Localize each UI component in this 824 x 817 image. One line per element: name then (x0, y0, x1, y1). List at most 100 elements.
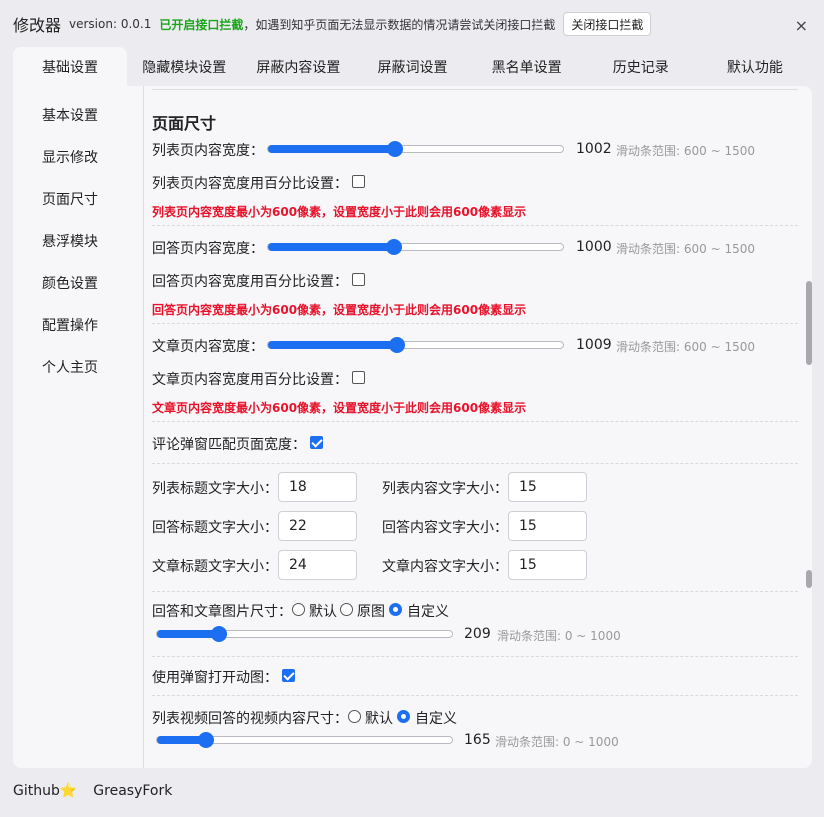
image-size-custom-radio[interactable] (389, 603, 402, 616)
image-size-default-radio[interactable] (292, 603, 305, 616)
list-width-percent-checkbox[interactable] (352, 175, 365, 188)
content-top-divider (152, 89, 798, 90)
divider (152, 225, 798, 226)
sidebar-item-colors[interactable]: 颜色设置 (42, 273, 98, 293)
comment-match-label: 评论弹窗匹配页面宽度： (152, 437, 306, 453)
image-size-default-label: 默认 (309, 604, 337, 620)
header-bar: 修改器 version: 0.0.1 已开启接口拦截，如遇到知乎页面无法显示数据… (13, 10, 813, 38)
divider (152, 695, 798, 696)
divider (152, 656, 798, 657)
tab-default-features[interactable]: 默认功能 (698, 47, 812, 86)
footer-links: Github⭐ GreasyFork (13, 783, 172, 799)
intercept-notice: 已开启接口拦截，如遇到知乎页面无法显示数据的情况请尝试关闭接口拦截 (159, 16, 555, 33)
list-width-slider[interactable] (267, 141, 564, 157)
sidebar-item-config[interactable]: 配置操作 (42, 315, 98, 335)
list-title-size-input[interactable] (278, 472, 357, 502)
greasyfork-link[interactable]: GreasyFork (93, 783, 172, 799)
image-size-value: 209 (464, 626, 491, 642)
section-title: 页面尺寸 (152, 114, 217, 133)
list-width-warning: 列表页内容宽度最小为600像素，设置宽度小于此则会用600像素显示 (152, 205, 527, 219)
popup-gif-label: 使用弹窗打开动图： (152, 670, 278, 686)
sidebar-item-profile[interactable]: 个人主页 (42, 357, 98, 377)
list-width-percent-label: 列表页内容宽度用百分比设置： (152, 176, 348, 192)
image-size-hint: 滑动条范围: 0 ~ 1000 (497, 629, 621, 643)
slider-knob[interactable] (210, 626, 227, 642)
answer-width-label: 回答页内容宽度： (152, 241, 264, 257)
article-title-size-input[interactable] (278, 550, 357, 580)
answer-width-percent-label: 回答页内容宽度用百分比设置： (152, 274, 348, 290)
sidebar-item-floating[interactable]: 悬浮模块 (42, 231, 98, 251)
video-size-custom-label: 自定义 (415, 711, 457, 727)
video-size-default-label: 默认 (365, 711, 393, 727)
scrollbar-thumb-secondary[interactable] (806, 570, 812, 588)
tab-blacklist[interactable]: 黑名单设置 (470, 47, 584, 86)
article-width-slider[interactable] (267, 337, 564, 353)
tab-block-words[interactable]: 屏蔽词设置 (355, 47, 469, 86)
settings-panel: 基本设置 显示修改 页面尺寸 悬浮模块 颜色设置 配置操作 个人主页 页面尺寸 … (13, 86, 812, 768)
answer-width-percent-checkbox[interactable] (352, 273, 365, 286)
close-intercept-button[interactable]: 关闭接口拦截 (563, 12, 652, 36)
article-content-size-label: 文章内容文字大小： (382, 559, 508, 575)
slider-fill (268, 243, 395, 251)
divider (152, 421, 798, 422)
image-size-slider[interactable] (156, 626, 453, 642)
answer-width-hint: 滑动条范围: 600 ~ 1500 (616, 242, 755, 256)
tab-block-content[interactable]: 屏蔽内容设置 (241, 47, 355, 86)
video-size-default-radio[interactable] (348, 710, 361, 723)
tab-history[interactable]: 历史记录 (584, 47, 698, 86)
app-title: 修改器 (13, 16, 62, 35)
sidebar-divider (143, 86, 144, 768)
answer-content-size-input[interactable] (508, 511, 587, 541)
list-content-size-label: 列表内容文字大小： (382, 481, 508, 497)
image-size-custom-label: 自定义 (407, 604, 449, 620)
slider-knob[interactable] (387, 141, 404, 157)
article-width-value: 1009 (576, 337, 612, 353)
sidebar-item-basic[interactable]: 基本设置 (42, 105, 98, 125)
slider-knob[interactable] (386, 239, 403, 255)
slider-knob[interactable] (197, 732, 214, 748)
video-size-custom-radio[interactable] (397, 710, 410, 723)
settings-content: 页面尺寸 列表页内容宽度： 1002 滑动条范围: 600 ~ 1500 列表页… (152, 86, 798, 768)
divider (152, 323, 798, 324)
article-width-label: 文章页内容宽度： (152, 339, 264, 355)
list-content-size-input[interactable] (508, 472, 587, 502)
popup-gif-checkbox[interactable] (282, 669, 295, 682)
image-size-original-radio[interactable] (340, 603, 353, 616)
slider-knob[interactable] (388, 337, 405, 353)
article-width-percent-label: 文章页内容宽度用百分比设置： (152, 372, 348, 388)
slider-fill (157, 630, 219, 638)
intercept-notice-text: ，如遇到知乎页面无法显示数据的情况请尝试关闭接口拦截 (243, 17, 556, 32)
answer-width-value: 1000 (576, 239, 612, 255)
answer-title-size-input[interactable] (278, 511, 357, 541)
sidebar-item-page-size[interactable]: 页面尺寸 (42, 189, 98, 209)
slider-fill (268, 341, 397, 349)
list-width-hint: 滑动条范围: 600 ~ 1500 (616, 144, 755, 158)
close-icon[interactable]: × (795, 16, 808, 35)
tab-bar: 基础设置 隐藏模块设置 屏蔽内容设置 屏蔽词设置 黑名单设置 历史记录 默认功能 (13, 47, 812, 86)
image-size-original-label: 原图 (357, 604, 385, 620)
sidebar: 基本设置 显示修改 页面尺寸 悬浮模块 颜色设置 配置操作 个人主页 (13, 86, 143, 768)
content-scrollbar[interactable] (804, 86, 812, 768)
article-width-percent-checkbox[interactable] (352, 371, 365, 384)
tab-hide-modules[interactable]: 隐藏模块设置 (127, 47, 241, 86)
divider (152, 591, 798, 592)
scrollbar-thumb[interactable] (806, 281, 812, 365)
list-title-size-label: 列表标题文字大小： (152, 481, 278, 497)
list-width-label: 列表页内容宽度： (152, 143, 264, 159)
github-link[interactable]: Github⭐ (13, 783, 77, 799)
answer-width-slider[interactable] (267, 239, 564, 255)
version-label: version: 0.0.1 (69, 17, 152, 31)
article-width-hint: 滑动条范围: 600 ~ 1500 (616, 340, 755, 354)
video-size-slider[interactable] (156, 732, 453, 748)
comment-match-checkbox[interactable] (310, 436, 323, 449)
article-content-size-input[interactable] (508, 550, 587, 580)
video-size-hint: 滑动条范围: 0 ~ 1000 (495, 735, 619, 749)
video-size-label: 列表视频回答的视频内容尺寸： (152, 711, 348, 727)
answer-title-size-label: 回答标题文字大小： (152, 520, 278, 536)
divider (152, 463, 798, 464)
intercept-status: 已开启接口拦截 (159, 17, 244, 32)
sidebar-item-display[interactable]: 显示修改 (42, 147, 98, 167)
tab-basic-settings[interactable]: 基础设置 (13, 47, 128, 86)
image-size-label: 回答和文章图片尺寸： (152, 604, 292, 620)
slider-fill (268, 145, 396, 153)
